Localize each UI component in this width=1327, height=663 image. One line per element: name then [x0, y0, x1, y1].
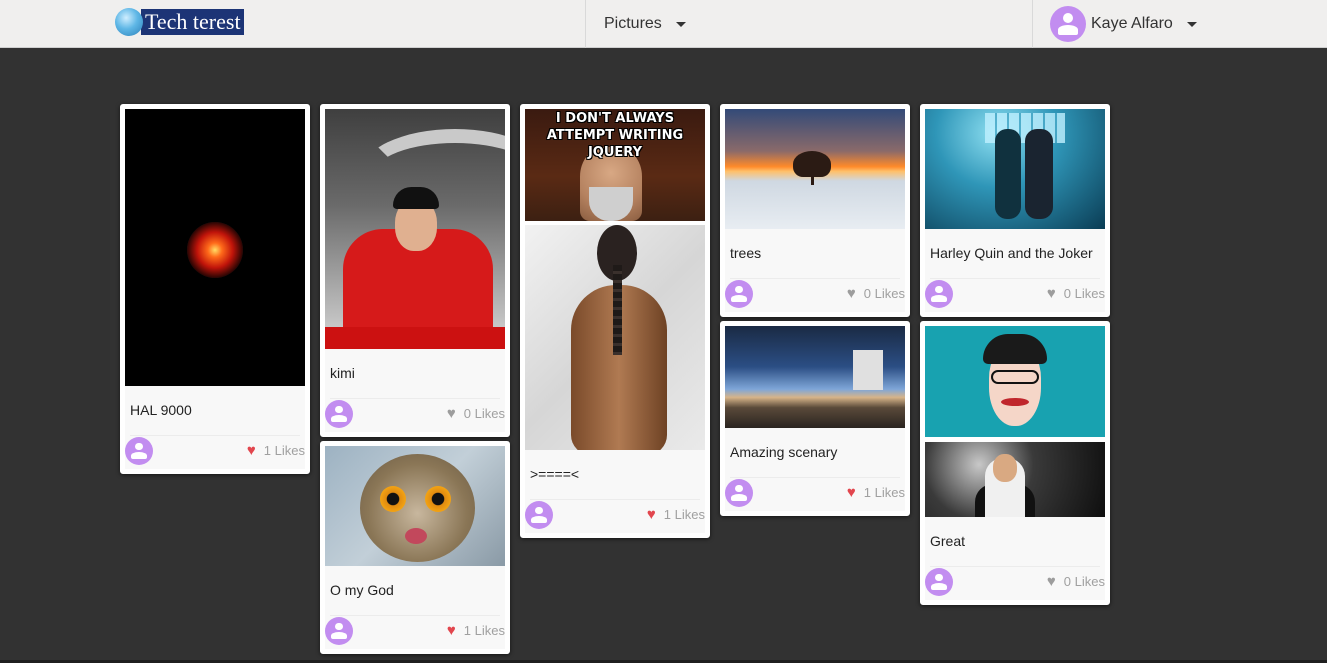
pin-caption: kimi — [330, 365, 355, 381]
pin-image[interactable] — [725, 326, 905, 428]
pin-card[interactable]: HAL 9000 ♥ 1 Likes — [120, 104, 310, 474]
pin-author-avatar-icon[interactable] — [725, 479, 753, 507]
like-control[interactable]: ♥ 0 Likes — [1047, 574, 1105, 589]
pin-image[interactable] — [325, 446, 505, 566]
pin-caption: Amazing scenary — [730, 444, 838, 460]
pin-author-avatar-icon[interactable] — [525, 501, 553, 529]
globe-logo-icon — [115, 7, 143, 36]
heart-icon[interactable]: ♥ — [1047, 574, 1056, 589]
meme-text: I DON'T ALWAYS ATTEMPT WRITING JQUERY — [546, 111, 684, 160]
pin-card[interactable]: trees ♥ 0 Likes — [720, 104, 910, 317]
pin-caption: Great — [930, 533, 966, 549]
pin-image[interactable]: I DON'T ALWAYS ATTEMPT WRITING JQUERY — [525, 109, 705, 221]
like-control[interactable]: ♥ 1 Likes — [247, 443, 305, 458]
user-avatar-icon — [1050, 6, 1086, 42]
pin-footer: ♥ 0 Likes — [925, 278, 1105, 312]
pin-image[interactable] — [925, 326, 1105, 437]
heart-icon[interactable]: ♥ — [247, 443, 256, 458]
like-control[interactable]: ♥ 0 Likes — [847, 286, 905, 301]
likes-count: 0 Likes — [463, 406, 505, 421]
top-navbar: Tech terest Pictures Kaye Alfaro — [0, 0, 1327, 48]
pin-image[interactable] — [525, 225, 705, 450]
pin-caption: HAL 9000 — [130, 402, 192, 418]
likes-count: 0 Likes — [1063, 286, 1105, 301]
pin-caption: Harley Quin and the Joker — [930, 245, 1093, 261]
caret-down-icon — [675, 21, 686, 27]
pin-image[interactable] — [325, 109, 505, 349]
pin-card[interactable]: Harley Quin and the Joker ♥ 0 Likes — [920, 104, 1110, 317]
heart-icon[interactable]: ♥ — [647, 507, 656, 522]
caret-down-icon — [1186, 21, 1197, 27]
likes-count: 1 Likes — [263, 443, 305, 458]
pin-footer: ♥ 0 Likes — [725, 278, 905, 312]
pin-card[interactable]: Great ♥ 0 Likes — [920, 321, 1110, 605]
pin-footer: ♥ 1 Likes — [325, 615, 505, 649]
pin-footer: ♥ 0 Likes — [925, 566, 1105, 600]
brand-name: Tech terest — [141, 8, 244, 35]
heart-icon[interactable]: ♥ — [847, 286, 856, 301]
likes-count: 1 Likes — [463, 623, 505, 638]
like-control[interactable]: ♥ 1 Likes — [447, 623, 505, 638]
navbar-divider — [585, 0, 586, 48]
pin-author-avatar-icon[interactable] — [925, 568, 953, 596]
navbar-divider — [1032, 0, 1033, 48]
pin-footer: ♥ 0 Likes — [325, 398, 505, 432]
like-control[interactable]: ♥ 1 Likes — [847, 485, 905, 500]
pin-footer: ♥ 1 Likes — [725, 477, 905, 511]
like-control[interactable]: ♥ 0 Likes — [447, 406, 505, 421]
pin-author-avatar-icon[interactable] — [925, 280, 953, 308]
pin-author-avatar-icon[interactable] — [325, 400, 353, 428]
pin-image[interactable] — [725, 109, 905, 229]
heart-icon[interactable]: ♥ — [447, 623, 456, 638]
heart-icon[interactable]: ♥ — [1047, 286, 1056, 301]
pin-footer: ♥ 1 Likes — [125, 435, 305, 469]
pin-author-avatar-icon[interactable] — [325, 617, 353, 645]
likes-count: 1 Likes — [663, 507, 705, 522]
pin-caption: >====< — [530, 466, 580, 482]
heart-icon[interactable]: ♥ — [847, 485, 856, 500]
pin-card[interactable]: Amazing scenary ♥ 1 Likes — [720, 321, 910, 516]
pin-footer: ♥ 1 Likes — [525, 499, 705, 533]
likes-count: 0 Likes — [1063, 574, 1105, 589]
pictures-dropdown[interactable]: Pictures — [604, 0, 686, 48]
pin-card[interactable]: kimi ♥ 0 Likes — [320, 104, 510, 437]
pin-card[interactable]: O my God ♥ 1 Likes — [320, 441, 510, 654]
pictures-dropdown-label: Pictures — [604, 15, 662, 32]
pin-caption: trees — [730, 245, 762, 261]
heart-icon[interactable]: ♥ — [447, 406, 456, 421]
like-control[interactable]: ♥ 1 Likes — [647, 507, 705, 522]
brand-logo-link[interactable]: Tech terest — [115, 7, 244, 36]
pin-caption: O my God — [330, 582, 394, 598]
user-menu-dropdown[interactable]: Kaye Alfaro — [1050, 0, 1197, 48]
pin-card[interactable]: I DON'T ALWAYS ATTEMPT WRITING JQUERY >=… — [520, 104, 710, 538]
pin-author-avatar-icon[interactable] — [125, 437, 153, 465]
pin-image[interactable] — [125, 109, 305, 386]
pin-author-avatar-icon[interactable] — [725, 280, 753, 308]
pin-image[interactable] — [925, 109, 1105, 229]
pin-image[interactable] — [925, 442, 1105, 517]
likes-count: 1 Likes — [863, 485, 905, 500]
likes-count: 0 Likes — [863, 286, 905, 301]
like-control[interactable]: ♥ 0 Likes — [1047, 286, 1105, 301]
user-name: Kaye Alfaro — [1091, 15, 1173, 32]
